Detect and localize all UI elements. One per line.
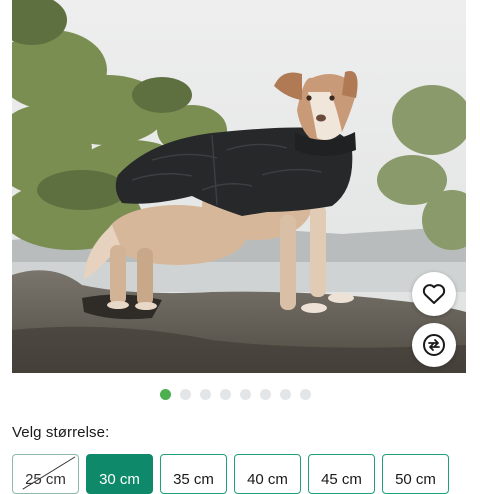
carousel-dot[interactable] (240, 389, 251, 400)
size-option-45[interactable]: 45 cm (308, 454, 375, 494)
size-option-40[interactable]: 40 cm (234, 454, 301, 494)
size-selector-label: Velg størrelse: (12, 424, 110, 441)
carousel-dot[interactable] (280, 389, 291, 400)
size-option-30[interactable]: 30 cm (86, 454, 153, 494)
carousel-dot[interactable] (300, 389, 311, 400)
compare-button[interactable] (412, 323, 456, 367)
carousel-dot[interactable] (160, 389, 171, 400)
size-option-50[interactable]: 50 cm (382, 454, 449, 494)
size-option-label: 30 cm (99, 470, 140, 488)
size-option-label: 50 cm (395, 470, 436, 488)
size-option-25[interactable]: 25 cm (12, 454, 79, 494)
heart-outline-icon (422, 284, 446, 304)
carousel-dot[interactable] (180, 389, 191, 400)
size-option-label: 45 cm (321, 470, 362, 488)
favorite-button[interactable] (412, 272, 456, 316)
compare-arrows-icon (423, 334, 445, 356)
size-option-label: 40 cm (247, 470, 288, 488)
size-option-35[interactable]: 35 cm (160, 454, 227, 494)
carousel-dot[interactable] (220, 389, 231, 400)
carousel-dot[interactable] (260, 389, 271, 400)
size-option-label: 35 cm (173, 470, 214, 488)
carousel-dot[interactable] (200, 389, 211, 400)
size-options: 25 cm 30 cm 35 cm 40 cm 45 cm 50 cm (12, 454, 449, 494)
size-option-label: 25 cm (25, 470, 66, 488)
product-image[interactable] (12, 0, 466, 373)
carousel-indicator (0, 389, 480, 400)
